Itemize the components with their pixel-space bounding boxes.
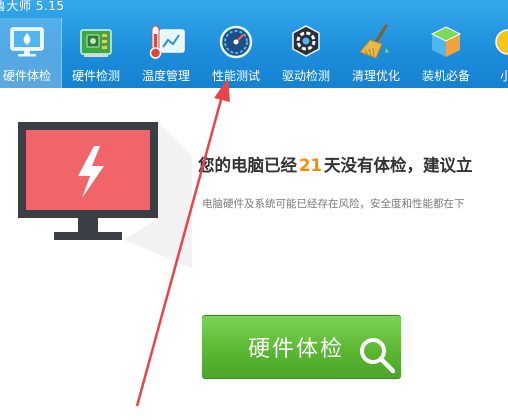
package-box-icon <box>430 26 462 57</box>
headline-suffix: 天没有体检，建议立 <box>323 156 473 175</box>
tab-hardware-detect[interactable]: 硬件检测 <box>62 18 130 88</box>
health-check-headline: 您的电脑已经 21 天没有体检，建议立 <box>198 152 472 176</box>
tab-label: 温度管理 <box>141 69 190 83</box>
days-count: 21 <box>299 156 322 175</box>
magnifier-icon <box>360 338 396 374</box>
circuit-board-icon <box>80 29 112 57</box>
main-panel: 您的电脑已经 21 天没有体检，建议立 电脑硬件及系统可能已经存在风险，安全度和性能… <box>0 88 508 420</box>
hardware-check-button[interactable]: 硬件体检 <box>202 315 401 379</box>
check-button-label: 硬件体检 <box>248 337 345 362</box>
app-title: 鲁大师 5.15 <box>0 0 65 13</box>
gear-chip-icon <box>292 25 320 57</box>
tab-label: 装机必备 <box>421 69 470 83</box>
thermometer-chart-icon <box>149 25 185 59</box>
tab-label: 硬件检测 <box>71 69 120 83</box>
partial-icon <box>495 29 508 55</box>
tab-hardware-check[interactable]: 硬件体检 <box>0 18 62 88</box>
tab-label: 性能测试 <box>211 69 260 83</box>
tab-performance-test[interactable]: 性能测试 <box>202 18 270 88</box>
tab-label: 小 <box>500 69 508 83</box>
broom-icon <box>359 24 389 59</box>
tab-label: 驱动检测 <box>281 69 330 83</box>
tab-essentials[interactable]: 装机必备 <box>412 18 480 88</box>
tab-label: 清理优化 <box>351 69 400 83</box>
tab-more[interactable]: 小 <box>478 18 508 88</box>
tab-temperature[interactable]: 温度管理 <box>132 18 200 88</box>
tab-clean-optimize[interactable]: 清理优化 <box>342 18 410 88</box>
speedometer-icon <box>219 25 253 59</box>
headline-prefix: 您的电脑已经 <box>198 156 297 175</box>
tab-driver-detect[interactable]: 驱动检测 <box>272 18 340 88</box>
top-toolbar: 鲁大师 5.15 硬件体检 硬件检测 温度管理 性能测试 驱动检测 清理优化 装… <box>0 0 508 88</box>
tab-label: 硬件体检 <box>2 69 51 83</box>
risk-description: 电脑硬件及系统可能已经存在风险，安全度和性能都在下 <box>202 198 465 210</box>
hardware-check-icon <box>10 27 44 57</box>
monitor-warning-icon <box>18 122 192 268</box>
